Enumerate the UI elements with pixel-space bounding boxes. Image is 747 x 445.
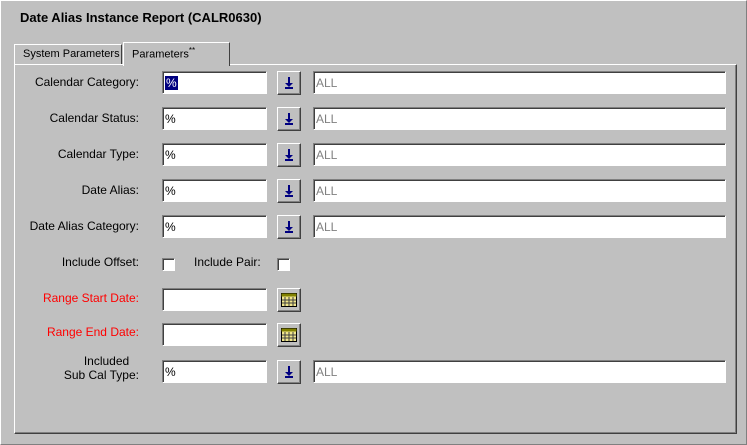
range-end-date-input[interactable] <box>162 323 267 346</box>
date-alias-value: % <box>165 184 176 198</box>
down-arrow-icon <box>285 77 293 89</box>
tab-parameters-marker: ** <box>188 46 196 55</box>
tab-parameters-label: Parameters <box>132 48 189 61</box>
down-arrow-icon <box>285 113 293 125</box>
date-alias-category-label: Date Alias Category: <box>29 219 139 233</box>
sub-cal-type-label-line1: Included <box>83 354 130 368</box>
sub-cal-type-label: Included Sub Cal Type: <box>64 354 139 382</box>
range-start-date-label: Range Start Date: <box>42 291 139 305</box>
calendar-status-lookup-button[interactable] <box>277 107 301 131</box>
calendar-status-input[interactable]: % <box>162 107 267 130</box>
include-offset-label: Include Offset: <box>61 255 139 269</box>
calendar-status-description: ALL <box>313 107 726 130</box>
tab-system-parameters[interactable]: System Parameters <box>14 44 122 64</box>
sub-cal-type-description: ALL <box>313 360 726 383</box>
calendar-category-description: ALL <box>313 71 726 94</box>
calendar-type-lookup-button[interactable] <box>277 143 301 167</box>
sub-cal-type-input[interactable]: % <box>162 360 267 383</box>
report-window: Date Alias Instance Report (CALR0630) Sy… <box>0 0 747 445</box>
range-end-date-label: Range End Date: <box>46 325 139 339</box>
sub-cal-type-lookup-button[interactable] <box>277 360 301 384</box>
down-arrow-icon <box>285 221 293 233</box>
down-arrow-icon <box>285 366 293 378</box>
calendar-type-input[interactable]: % <box>162 143 267 166</box>
date-alias-description: ALL <box>313 179 726 202</box>
parameters-panel: Calendar Category: % ALL Calendar Status… <box>14 64 737 434</box>
down-arrow-icon <box>285 185 293 197</box>
include-offset-checkbox[interactable] <box>162 258 175 271</box>
calendar-category-input[interactable]: % <box>162 71 267 94</box>
calendar-status-label: Calendar Status: <box>49 111 139 125</box>
date-alias-category-description: ALL <box>313 215 726 238</box>
date-alias-category-input[interactable]: % <box>162 215 267 238</box>
date-alias-category-lookup-button[interactable] <box>277 215 301 239</box>
down-arrow-icon <box>285 149 293 161</box>
calendar-type-value: % <box>165 148 176 162</box>
date-alias-lookup-button[interactable] <box>277 179 301 203</box>
range-start-date-input[interactable] <box>162 288 267 311</box>
calendar-type-label: Calendar Type: <box>57 147 139 161</box>
calendar-status-value: % <box>165 112 176 126</box>
tab-parameters[interactable]: Parameters** <box>123 42 230 66</box>
calendar-category-value: % <box>165 76 178 90</box>
calendar-category-lookup-button[interactable] <box>277 71 301 95</box>
range-end-date-calendar-button[interactable] <box>277 323 301 347</box>
date-alias-category-value: % <box>165 220 176 234</box>
calendar-type-description: ALL <box>313 143 726 166</box>
date-alias-input[interactable]: % <box>162 179 267 202</box>
sub-cal-type-label-line2: Sub Cal Type: <box>63 368 139 382</box>
include-pair-label: Include Pair: <box>194 255 261 269</box>
window-title: Date Alias Instance Report (CALR0630) <box>20 10 262 25</box>
calendar-icon <box>281 328 297 342</box>
range-start-date-calendar-button[interactable] <box>277 288 301 312</box>
sub-cal-type-value: % <box>165 365 176 379</box>
include-pair-checkbox[interactable] <box>277 258 290 271</box>
calendar-icon <box>281 293 297 307</box>
tab-system-parameters-label: System Parameters <box>23 48 120 60</box>
date-alias-label: Date Alias: <box>81 183 139 197</box>
calendar-category-label: Calendar Category: <box>34 75 139 89</box>
